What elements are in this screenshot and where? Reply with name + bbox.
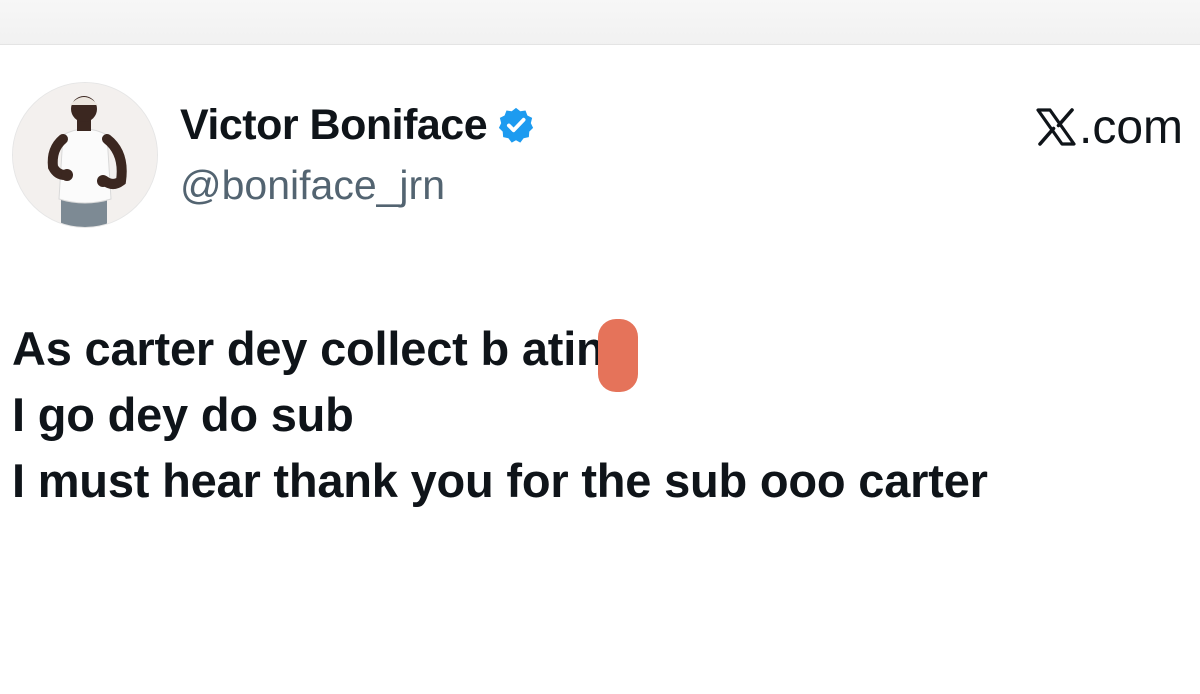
- brand-domain-label: .com: [1078, 100, 1183, 154]
- x-logo-icon: [1036, 108, 1076, 146]
- avatar-photo: [13, 83, 157, 227]
- top-edge-strip: [0, 0, 1200, 46]
- tweet-line-3: I must hear thank you for the sub ooo ca…: [12, 454, 988, 507]
- avatar[interactable]: [12, 82, 158, 228]
- author-name-row: Victor Boniface: [180, 99, 535, 151]
- author-display-name[interactable]: Victor Boniface: [180, 101, 488, 150]
- verified-badge-icon: [499, 107, 534, 143]
- site-brand: .com: [1035, 100, 1183, 154]
- tweet-line-2: I go dey do sub: [12, 388, 354, 441]
- author-handle[interactable]: @boniface_jrn: [180, 162, 445, 209]
- redaction-mark: [598, 319, 638, 392]
